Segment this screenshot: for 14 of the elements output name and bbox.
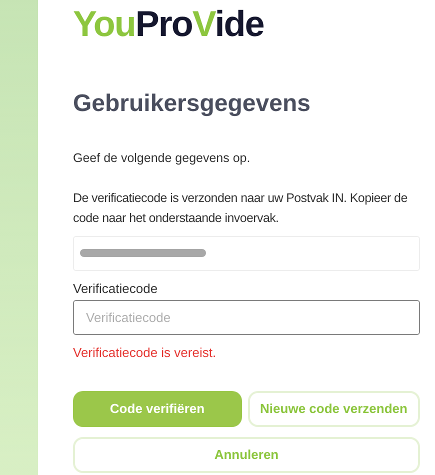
notice-text: De verificatiecode is verzonden naar uw Postvak IN. Kopieer de code naar het onderstaande invoervak. [73, 190, 408, 227]
verification-code-field[interactable]: Verificatiecode [73, 300, 420, 336]
email-field[interactable] [73, 236, 420, 271]
logo-text: ide [214, 3, 264, 44]
logo-text: Pro [135, 3, 192, 44]
field-label: Verificatiecode [73, 280, 159, 298]
verify-button[interactable]: Code verifiëren [73, 390, 242, 427]
page-title: Gebruikersgegevens [73, 89, 312, 119]
intro-text: Geef de volgende gegevens op. [73, 150, 252, 167]
error-message: Verificatiecode is vereist. [73, 344, 218, 362]
logo-text: V [192, 3, 215, 44]
logo-text: You [73, 3, 136, 44]
resend-button[interactable]: Nieuwe code verzenden [248, 390, 420, 427]
cancel-button[interactable]: Annuleren [73, 436, 420, 473]
